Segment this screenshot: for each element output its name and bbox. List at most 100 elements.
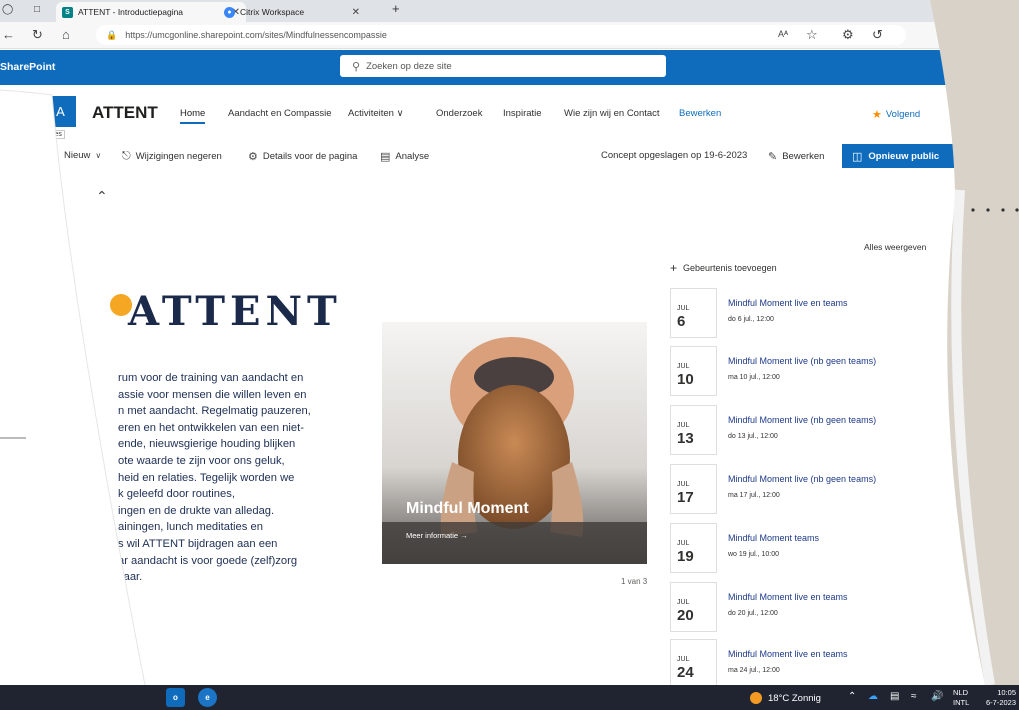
republish-button[interactable]: ◫ Opnieuw public (842, 144, 962, 168)
star-icon: ★ (872, 109, 882, 121)
event-title[interactable]: Mindful Moment live en teams (728, 649, 848, 659)
event-time: do 13 jul., 12:00 (728, 433, 778, 440)
search-input[interactable]: ⚲ Zoeken op deze site (340, 55, 666, 77)
wifi-icon[interactable]: ≈ (911, 691, 917, 702)
event-title[interactable]: Mindful Moment live (nb geen teams) (728, 415, 876, 425)
favorite-star-icon[interactable]: ☆ (806, 27, 818, 43)
edge-icon[interactable]: e (198, 688, 217, 707)
analytics-button[interactable]: ▤ Analyse (380, 150, 429, 163)
site-name[interactable]: ATTENT (92, 103, 158, 123)
event-time: wo 19 jul., 10:00 (728, 551, 779, 558)
new-tab-button[interactable]: + (392, 1, 400, 16)
close-tab-icon[interactable]: ✕ (352, 7, 360, 18)
event-item[interactable]: JUL 10 Mindful Moment live (nb geen team… (670, 346, 960, 398)
intro-line: ar aandacht is voor goede (zelf)zorg (118, 554, 298, 567)
language-top: NLD (953, 688, 969, 697)
outlook-icon[interactable]: o (166, 688, 185, 707)
chevron-up-icon[interactable]: ⌃ (96, 188, 108, 205)
event-item[interactable]: JUL 6 Mindful Moment live en teams do 6 … (670, 288, 960, 340)
event-item[interactable]: JUL 20 Mindful Moment live en teams do 2… (670, 582, 960, 634)
volume-icon[interactable]: 🔊 (931, 691, 943, 702)
event-month: JUL (677, 599, 690, 606)
follow-button[interactable]: ★ Volgend (872, 108, 920, 121)
sharepoint-title[interactable]: SharePoint (0, 61, 55, 73)
weather-text: 18°C Zonnig (768, 692, 821, 704)
event-month: JUL (677, 481, 690, 488)
sun-icon (750, 692, 762, 704)
event-month: JUL (677, 656, 690, 663)
nav-activiteiten[interactable]: Activiteiten ∨ (348, 108, 404, 119)
event-day: 13 (677, 430, 694, 447)
search-icon: ⚲ (352, 60, 361, 73)
event-title[interactable]: Mindful Moment live en teams (728, 592, 848, 602)
event-day: 10 (677, 371, 694, 388)
back-icon[interactable]: ← (2, 27, 15, 42)
page-details-button[interactable]: ⚙ Details voor de pagina (248, 150, 357, 163)
sites-tooltip: ites (48, 130, 65, 139)
more-info-link[interactable]: Meer informatie → (406, 531, 468, 540)
site-header: A ites ATTENT Home Aandacht en Compassie… (0, 85, 1019, 139)
event-date: JUL 6 (670, 288, 717, 338)
discard-changes-button[interactable]: ⎋ Wijzigingen negeren (122, 150, 222, 163)
nav-aandacht-compassie[interactable]: Aandacht en Compassie (228, 108, 332, 119)
copilot-icon[interactable]: ↺ (872, 27, 883, 43)
add-event-button[interactable]: + Gebeurtenis toevoegen (670, 261, 777, 275)
add-event-label: Gebeurtenis toevoegen (683, 263, 777, 273)
sharepoint-suite-bar: SharePoint ⚲ Zoeken op deze site (0, 50, 1019, 85)
event-day: 17 (677, 489, 694, 506)
language-indicator[interactable]: NLD INTL (953, 688, 969, 707)
profile-icon[interactable]: ◯ (2, 4, 13, 15)
lock-icon: 🔒 (106, 29, 118, 40)
event-title[interactable]: Mindful Moment teams (728, 533, 819, 543)
event-item[interactable]: JUL 17 Mindful Moment live (nb geen team… (670, 464, 960, 516)
tab-citrix[interactable]: ● Citrix Workspace ✕ (218, 2, 366, 22)
tab-actions-icon[interactable]: □ (34, 4, 40, 15)
weather-widget[interactable]: 18°C Zonnig (750, 692, 821, 704)
hero-carousel[interactable]: Mindful Moment Meer informatie → (382, 322, 647, 564)
carousel-pager: 1 van 3 (621, 577, 648, 586)
event-time: ma 10 jul., 12:00 (728, 374, 780, 381)
event-item[interactable]: JUL 19 Mindful Moment teams wo 19 jul., … (670, 523, 960, 575)
event-item[interactable]: JUL 13 Mindful Moment live (nb geen team… (670, 405, 960, 457)
nav-inspiratie[interactable]: Inspiratie (503, 108, 542, 119)
event-title[interactable]: Mindful Moment live (nb geen teams) (728, 356, 876, 366)
event-date: JUL 13 (670, 405, 717, 455)
site-logo[interactable]: A (45, 96, 76, 127)
refresh-icon[interactable]: ↻ (32, 27, 43, 43)
event-date: JUL 19 (670, 523, 717, 573)
intro-line: eren en het ontwikkelen van een niet- (118, 421, 304, 434)
extensions-icon[interactable]: ⚙ (842, 27, 854, 43)
new-button[interactable]: Nieuw ∨ (64, 150, 106, 161)
home-icon[interactable]: ⌂ (62, 27, 70, 42)
edit-button[interactable]: ✎ Bewerken (768, 150, 824, 163)
details-label: Details voor de pagina (262, 151, 358, 162)
command-bar: Nieuw ∨ ⎋ Wijzigingen negeren ⚙ Details … (0, 140, 1019, 172)
event-title[interactable]: Mindful Moment live en teams (728, 298, 848, 308)
browser-address-row: ← ↻ ⌂ 🔒 https://umcgonline.sharepoint.co… (0, 22, 1019, 49)
citrix-favicon-icon: ● (224, 6, 235, 18)
nav-edit-link[interactable]: Bewerken (679, 108, 721, 119)
event-time: do 6 jul., 12:00 (728, 316, 774, 323)
tab-label: ATTENT - Introductiepagina (78, 7, 184, 17)
nav-home[interactable]: Home (180, 108, 206, 124)
language-bottom: INTL (953, 697, 970, 707)
nav-wie-zijn-wij[interactable]: Wie zijn wij en Contact (564, 108, 660, 119)
network-icon[interactable]: ▤ (890, 691, 899, 702)
see-all-link[interactable]: Alles weergeven (864, 242, 926, 252)
read-aloud-icon[interactable]: Aᴬ (778, 29, 788, 39)
chevron-up-icon[interactable]: ⌃ (848, 691, 856, 702)
event-title[interactable]: Mindful Moment live (nb geen teams) (728, 474, 876, 484)
event-day: 24 (677, 664, 694, 681)
discard-icon: ⎋ (122, 150, 131, 162)
event-date: JUL 24 (670, 639, 717, 689)
event-time: do 20 jul., 12:00 (728, 610, 778, 617)
clock[interactable]: 10:05 6-7-2023 (986, 688, 1016, 707)
discard-label: Wijzigingen negeren (135, 151, 222, 162)
nav-onderzoek[interactable]: Onderzoek (436, 108, 482, 119)
intro-line: ende, nieuwsgierige houding blijken (118, 438, 296, 451)
edit-label: Bewerken (782, 151, 825, 162)
page-heading: ATTENT (128, 288, 342, 335)
event-item[interactable]: JUL 24 Mindful Moment live en teams ma 2… (670, 639, 960, 691)
onedrive-icon[interactable]: ☁ (868, 691, 878, 702)
gear-icon: ⚙ (248, 151, 258, 163)
